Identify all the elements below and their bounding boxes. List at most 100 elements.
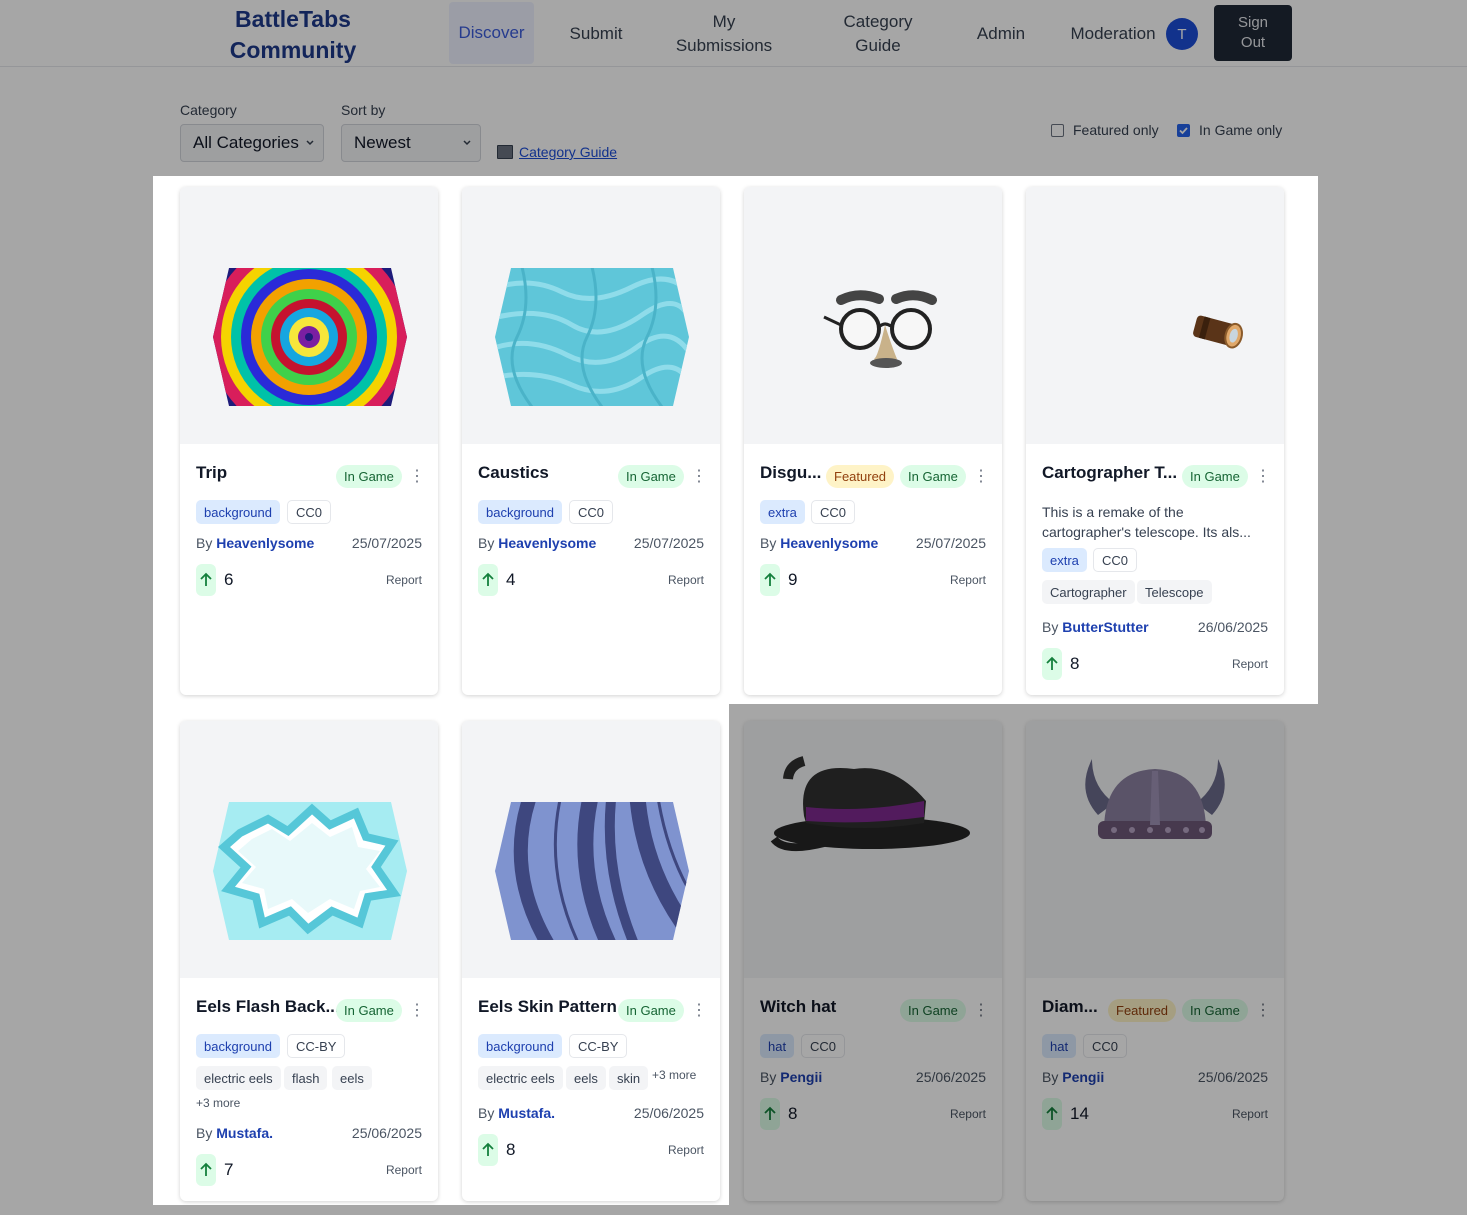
report-link[interactable]: Report bbox=[1232, 1107, 1268, 1121]
keyword-tag[interactable]: eels bbox=[332, 1066, 372, 1090]
report-link[interactable]: Report bbox=[668, 1143, 704, 1157]
author-link[interactable]: Heavenlysome bbox=[216, 535, 314, 551]
keyword-tag[interactable]: eels bbox=[566, 1066, 606, 1090]
upvote-button[interactable] bbox=[196, 564, 216, 596]
upvote-button[interactable] bbox=[760, 564, 780, 596]
featured-only-checkbox[interactable] bbox=[1051, 123, 1064, 137]
report-link[interactable]: Report bbox=[386, 1163, 422, 1177]
upvote-button[interactable] bbox=[1042, 648, 1062, 680]
author-link[interactable]: ButterStutter bbox=[1062, 619, 1148, 635]
sort-select[interactable]: Newest bbox=[341, 124, 481, 162]
more-options-icon[interactable]: ⋮ bbox=[691, 467, 707, 487]
content-card[interactable]: Cartographer T... In Game ⋮ This is a re… bbox=[1026, 187, 1284, 695]
upvote-button[interactable] bbox=[478, 1134, 498, 1166]
more-options-icon[interactable]: ⋮ bbox=[973, 467, 989, 487]
author-link[interactable]: Mustafa. bbox=[498, 1105, 555, 1121]
category-guide-link[interactable]: Category Guide bbox=[497, 144, 617, 160]
author-link[interactable]: Mustafa. bbox=[216, 1125, 273, 1141]
arrow-up-icon bbox=[1046, 656, 1058, 670]
keyword-tag[interactable]: Cartographer bbox=[1042, 580, 1135, 604]
more-options-icon[interactable]: ⋮ bbox=[1255, 467, 1271, 487]
card-title[interactable]: Witch hat bbox=[760, 997, 836, 1017]
author-link[interactable]: Heavenlysome bbox=[498, 535, 596, 551]
content-card[interactable]: Disgu... Featured In Game ⋮ extra CC0 By… bbox=[744, 187, 1002, 695]
vote-count: 9 bbox=[788, 570, 798, 589]
site-logo[interactable]: BattleTabs Community bbox=[190, 4, 396, 66]
content-card[interactable]: Caustics In Game ⋮ background CC0 By Hea… bbox=[462, 187, 720, 695]
submission-date: 25/06/2025 bbox=[351, 1125, 422, 1141]
content-card[interactable]: Witch hat In Game ⋮ hat CC0 By Pengii 25… bbox=[744, 721, 1002, 1201]
report-link[interactable]: Report bbox=[386, 573, 422, 587]
nav-moderation[interactable]: Moderation bbox=[1064, 0, 1162, 67]
keyword-tag[interactable]: electric eels bbox=[196, 1066, 281, 1090]
in-game-badge: In Game bbox=[1182, 465, 1248, 488]
card-title[interactable]: Eels Skin Pattern bbox=[478, 997, 617, 1017]
card-title[interactable]: Diam... bbox=[1042, 997, 1098, 1017]
category-tag[interactable]: background bbox=[196, 500, 280, 524]
keyword-tag[interactable]: skin bbox=[609, 1066, 649, 1090]
content-card[interactable]: Trip In Game ⋮ background CC0 By Heavenl… bbox=[180, 187, 438, 695]
upvote-button[interactable] bbox=[1042, 1098, 1062, 1130]
category-tag[interactable]: extra bbox=[1042, 548, 1087, 572]
arrow-up-icon bbox=[764, 572, 776, 586]
card-title[interactable]: Trip bbox=[196, 463, 227, 483]
sign-out-button[interactable]: Sign Out bbox=[1214, 5, 1292, 61]
more-options-icon[interactable]: ⋮ bbox=[1255, 1001, 1271, 1021]
author-line: By Mustafa. bbox=[478, 1105, 555, 1121]
author-link[interactable]: Heavenlysome bbox=[780, 535, 878, 551]
category-tag[interactable]: hat bbox=[760, 1034, 795, 1058]
category-tag[interactable]: hat bbox=[1042, 1034, 1077, 1058]
nav-category-guide[interactable]: Category Guide bbox=[826, 0, 930, 67]
more-tags-link[interactable]: +3 more bbox=[652, 1068, 696, 1082]
category-guide-link-text: Category Guide bbox=[519, 144, 618, 160]
submission-date: 26/06/2025 bbox=[1197, 619, 1268, 635]
submission-date: 25/07/2025 bbox=[633, 535, 704, 551]
upvote-button[interactable] bbox=[196, 1154, 216, 1186]
in-game-only-toggle[interactable]: In Game only bbox=[1177, 122, 1282, 138]
category-tag[interactable]: extra bbox=[760, 500, 805, 524]
keyword-tag[interactable]: electric eels bbox=[478, 1066, 563, 1090]
report-link[interactable]: Report bbox=[668, 573, 704, 587]
nav-my-submissions[interactable]: My Submissions bbox=[664, 0, 784, 67]
book-icon bbox=[497, 145, 513, 159]
user-avatar[interactable]: T bbox=[1166, 18, 1198, 50]
arrow-up-icon bbox=[482, 572, 494, 586]
author-link[interactable]: Pengii bbox=[780, 1069, 822, 1085]
author-link[interactable]: Pengii bbox=[1062, 1069, 1104, 1085]
in-game-only-checkbox[interactable] bbox=[1177, 123, 1190, 137]
upvote-button[interactable] bbox=[760, 1098, 780, 1130]
report-link[interactable]: Report bbox=[950, 1107, 986, 1121]
report-link[interactable]: Report bbox=[1232, 657, 1268, 671]
nav-admin[interactable]: Admin bbox=[966, 0, 1036, 67]
category-tag[interactable]: background bbox=[196, 1034, 280, 1058]
featured-only-toggle[interactable]: Featured only bbox=[1051, 122, 1159, 138]
keyword-tag[interactable]: Telescope bbox=[1137, 580, 1212, 604]
logo-line-2: Community bbox=[229, 37, 357, 63]
more-options-icon[interactable]: ⋮ bbox=[973, 1001, 989, 1021]
in-game-badge: In Game bbox=[900, 999, 966, 1022]
upvote-button[interactable] bbox=[478, 564, 498, 596]
nav-discover[interactable]: Discover bbox=[449, 2, 534, 64]
more-options-icon[interactable]: ⋮ bbox=[691, 1001, 707, 1021]
card-title[interactable]: Cartographer T... bbox=[1042, 463, 1177, 483]
content-card[interactable]: Eels Skin Pattern In Game ⋮ background C… bbox=[462, 721, 720, 1201]
card-title[interactable]: Caustics bbox=[478, 463, 549, 483]
category-tag[interactable]: background bbox=[478, 500, 562, 524]
more-options-icon[interactable]: ⋮ bbox=[409, 467, 425, 487]
category-tag[interactable]: background bbox=[478, 1034, 562, 1058]
logo-line-1: BattleTabs bbox=[235, 6, 351, 32]
category-select[interactable]: All Categories bbox=[180, 124, 324, 162]
submission-date: 25/07/2025 bbox=[915, 535, 986, 551]
keyword-tag[interactable]: flash bbox=[284, 1066, 328, 1090]
more-options-icon[interactable]: ⋮ bbox=[409, 1001, 425, 1021]
nav-submit[interactable]: Submit bbox=[556, 0, 636, 67]
more-tags-link[interactable]: +3 more bbox=[196, 1096, 240, 1110]
card-image bbox=[180, 721, 438, 978]
arrow-up-icon bbox=[200, 1162, 212, 1176]
card-title[interactable]: Disgu... bbox=[760, 463, 821, 483]
report-link[interactable]: Report bbox=[950, 573, 986, 587]
content-card[interactable]: Eels Flash Back... In Game ⋮ background … bbox=[180, 721, 438, 1201]
card-title[interactable]: Eels Flash Back... bbox=[196, 997, 340, 1017]
content-card[interactable]: Diam... Featured In Game ⋮ hat CC0 By Pe… bbox=[1026, 721, 1284, 1201]
submission-date: 25/07/2025 bbox=[351, 535, 422, 551]
